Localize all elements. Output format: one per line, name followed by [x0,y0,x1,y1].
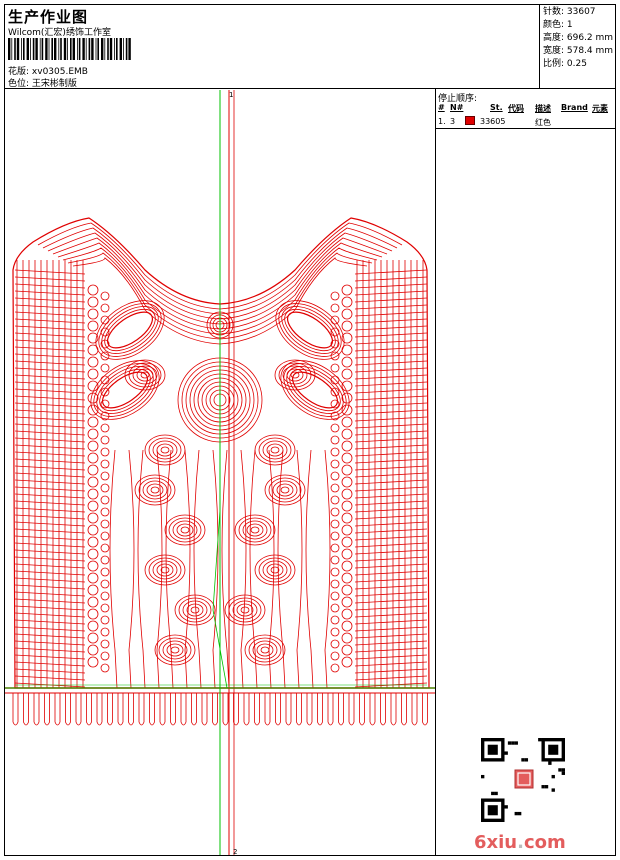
col-header-st: St. [490,103,503,112]
design-scale: 比例: 0.25 [543,59,587,69]
table-divider [435,128,616,129]
embroidery-design-canvas: 1 2 [5,90,435,855]
color-count: 颜色: 1 [543,20,573,30]
watermark-main: 6xiu [474,832,518,853]
stitch-count: 针数: 33607 [543,7,596,17]
barcode-image [8,38,131,60]
page-title: 生产作业图 [8,8,89,26]
design-height: 高度: 696.2 mm [543,33,614,43]
company-name: Wilcom(汇宏)绣饰工作室 [8,28,111,38]
row-description: 红色 [535,118,551,127]
header-divider [4,88,616,89]
bottom-marker-label: 2 [233,848,237,855]
row-num: 1. [438,117,446,126]
col-header-no: N# [450,103,464,112]
col-header-num: # [438,103,445,112]
col-header-code: 代码 [508,104,524,113]
color-swatch [465,116,475,125]
col-header-element: 元素 [592,104,608,113]
watermark-tail: com [523,832,566,853]
top-marker-label: 1 [229,91,233,99]
design-width: 宽度: 578.4 mm [543,46,614,56]
canvas-divider [435,88,436,856]
qr-code-image [481,738,565,822]
watermark-text: 6xiu.com [474,832,566,853]
row-stitches: 33605 [480,117,506,126]
row-no: 3 [450,117,456,126]
col-header-brand: Brand [561,103,588,112]
stats-divider [539,4,540,88]
col-header-desc: 描述 [535,104,551,113]
watermark-dot: . [517,832,524,853]
